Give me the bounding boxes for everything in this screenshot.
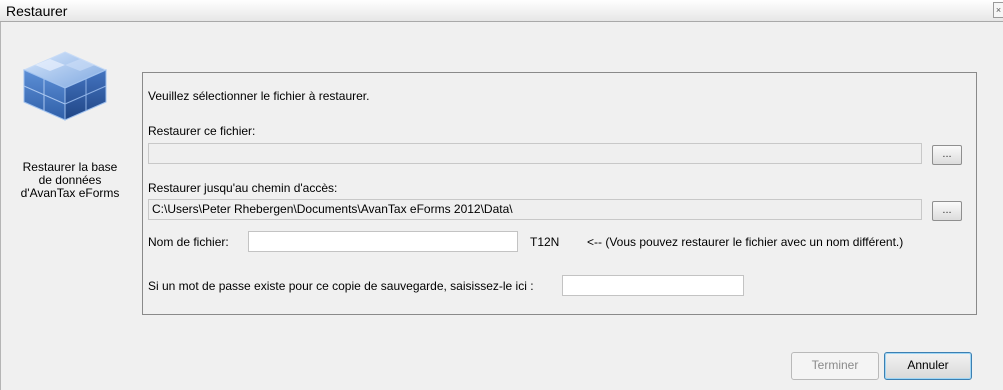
restore-path-field[interactable]: C:\Users\Peter Rhebergen\Documents\AvanT… — [148, 199, 922, 220]
close-button[interactable]: × — [993, 2, 1003, 18]
file-extension: T12N — [530, 235, 560, 249]
filename-input[interactable] — [248, 231, 518, 252]
filename-hint: <-- (Vous pouvez restaurer le fichier av… — [587, 235, 904, 249]
window-title: Restaurer — [6, 3, 68, 19]
browse-path-button[interactable]: ... — [932, 201, 962, 221]
intro-text: Veuillez sélectionner le fichier à resta… — [148, 89, 370, 103]
finish-button[interactable]: Terminer — [791, 352, 879, 380]
title-bar: Restaurer × — [0, 0, 1003, 22]
password-label: Si un mot de passe existe pour ce copie … — [148, 279, 534, 293]
filename-label: Nom de fichier: — [148, 235, 229, 249]
restore-file-field[interactable] — [148, 143, 922, 164]
password-input[interactable] — [562, 275, 744, 296]
browse-file-button[interactable]: ... — [932, 145, 962, 165]
database-cubes-icon — [20, 50, 110, 122]
cancel-button[interactable]: Annuler — [884, 352, 972, 380]
restore-file-label: Restaurer ce fichier: — [148, 124, 256, 138]
sidebar-label: Restaurer la base de données d'AvanTax e… — [20, 160, 120, 200]
restore-path-label: Restaurer jusqu'au chemin d'accès: — [148, 181, 338, 195]
